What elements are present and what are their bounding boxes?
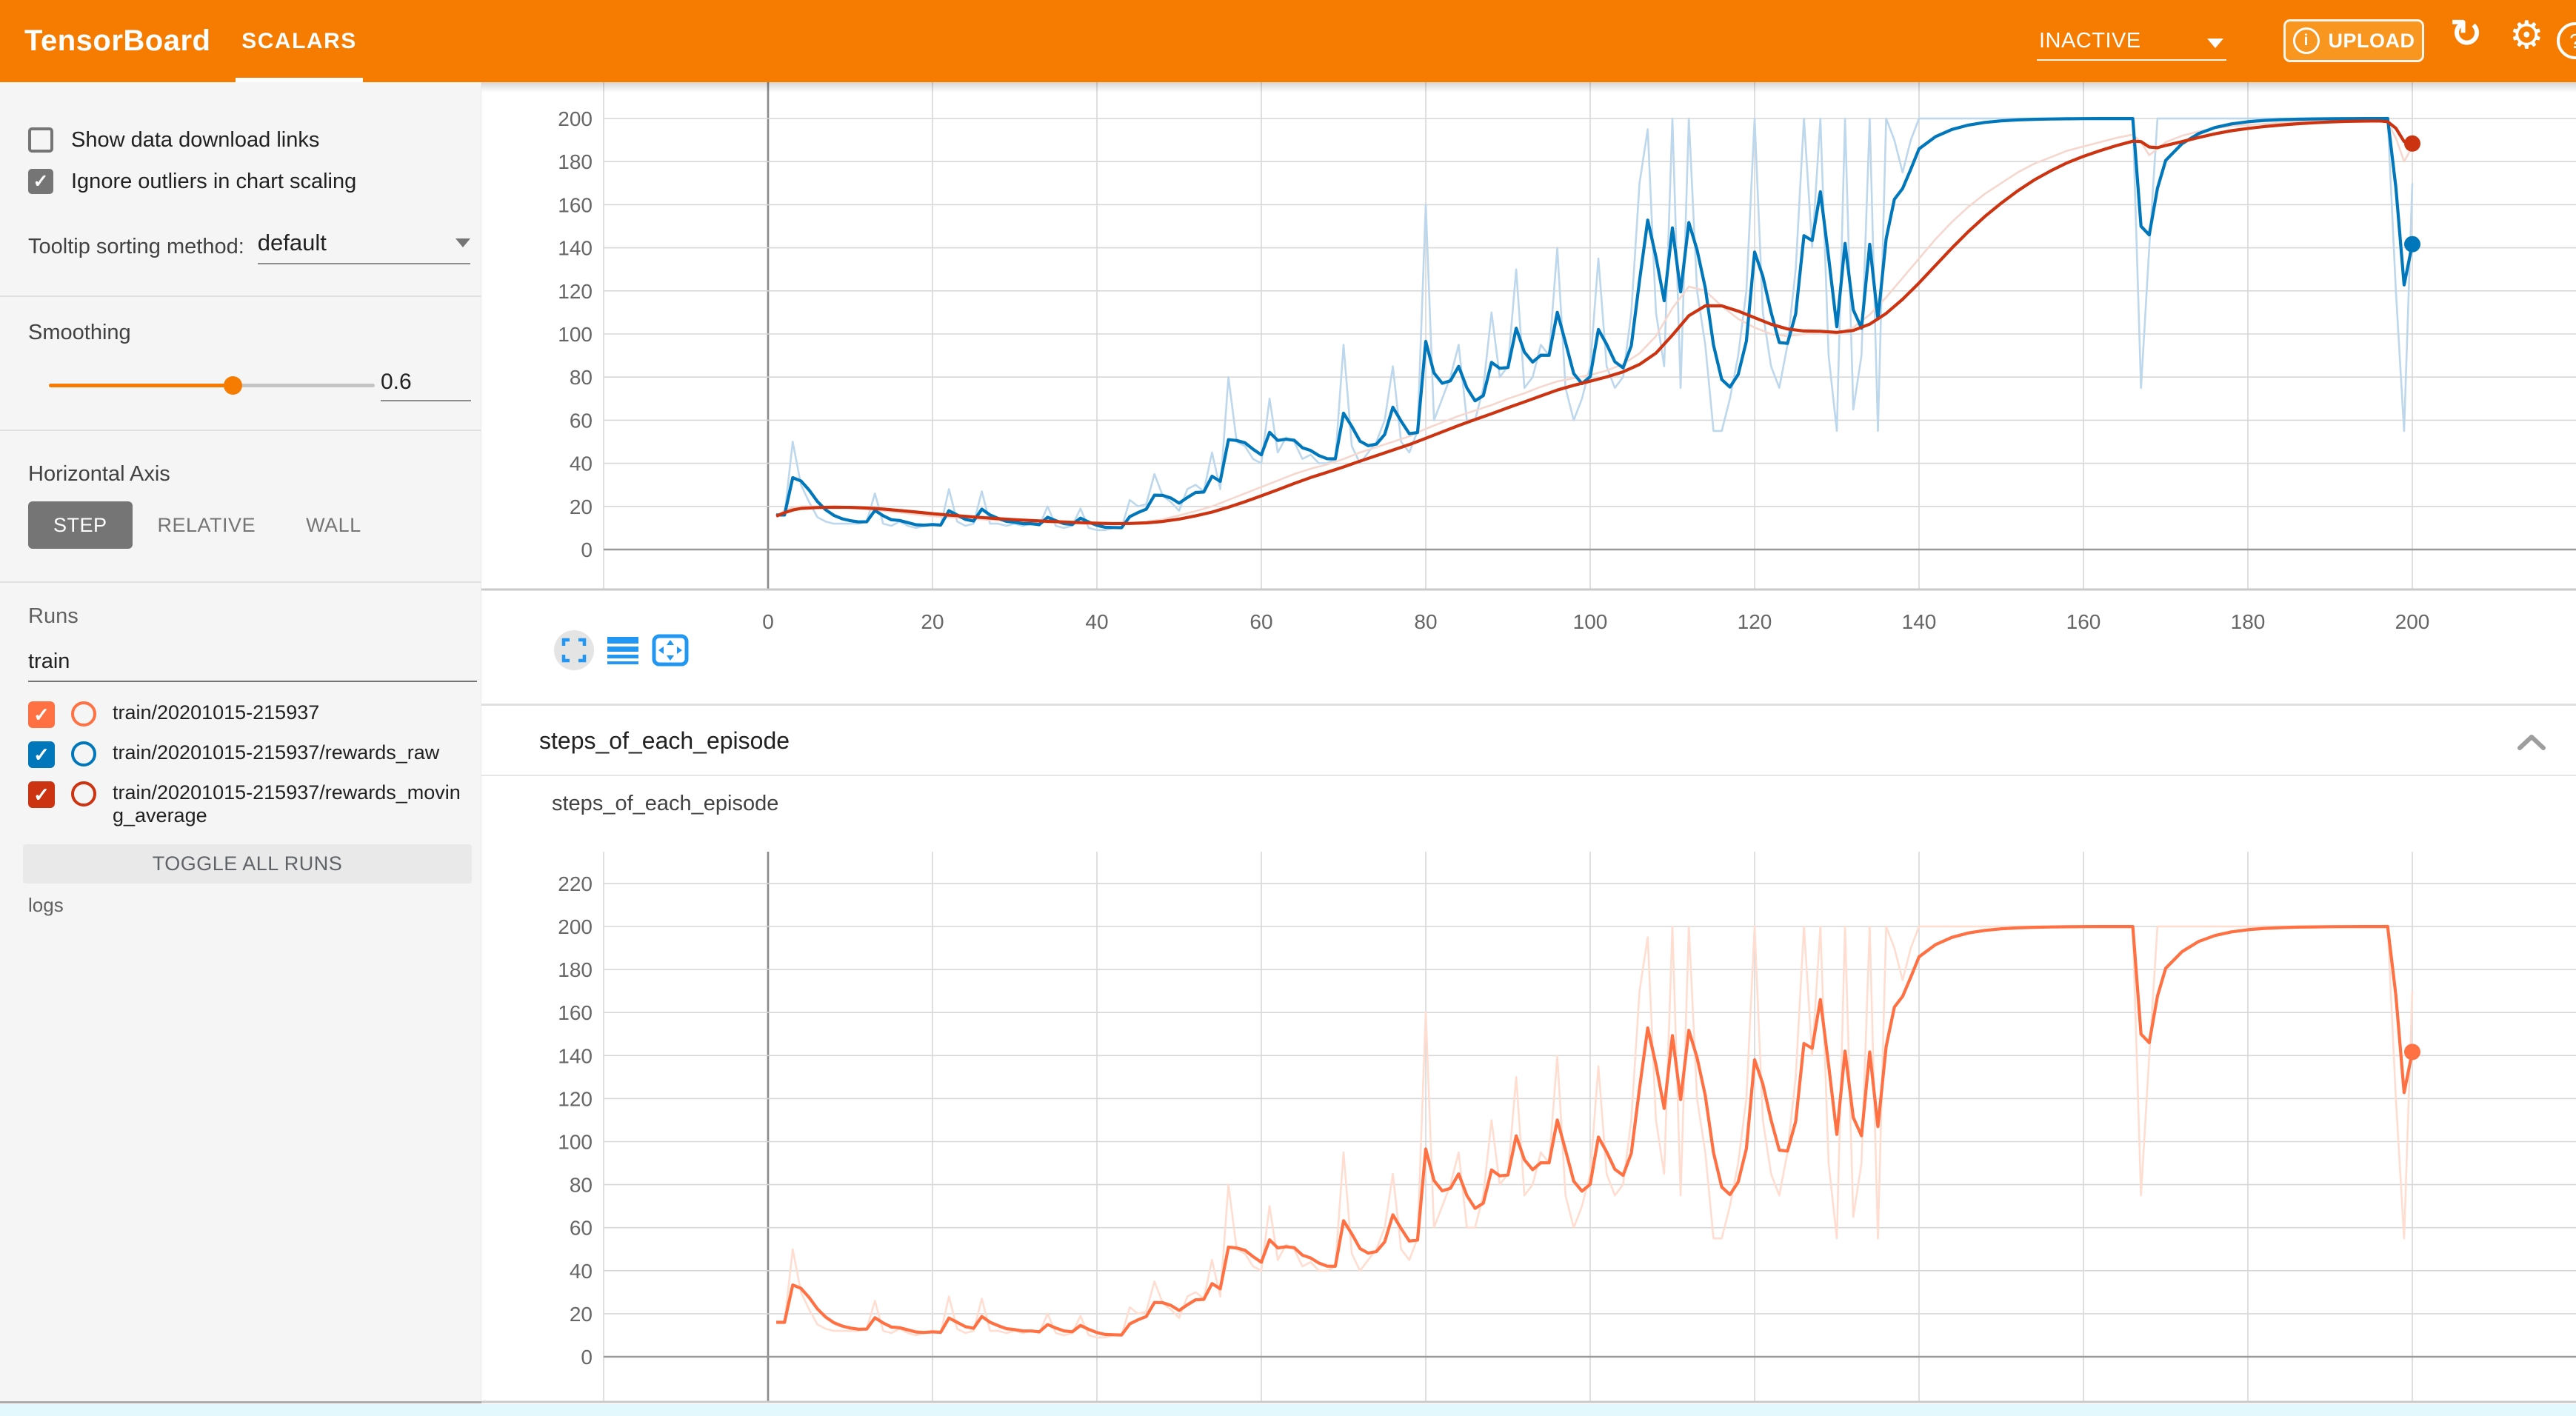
run-radio-icon[interactable] <box>71 701 96 727</box>
status-dropdown[interactable]: INACTIVE <box>2039 0 2141 82</box>
info-icon: i <box>2293 27 2320 54</box>
run-row[interactable]: ✓ train/20201015-215937/rewards_moving_av… <box>28 781 471 827</box>
svg-text:0: 0 <box>762 610 774 633</box>
svg-text:200: 200 <box>558 107 593 130</box>
axis-option-wall[interactable]: WALL <box>281 501 387 549</box>
axis-option-step[interactable]: STEP <box>28 501 133 549</box>
upload-button[interactable]: i UPLOAD <box>2283 19 2424 62</box>
app-header: TensorBoard SCALARS INACTIVE i UPLOAD ↻ … <box>0 0 2576 82</box>
app-title: TensorBoard <box>24 0 210 82</box>
svg-text:80: 80 <box>1414 610 1437 633</box>
smoothing-slider-thumb[interactable] <box>224 376 242 395</box>
svg-text:140: 140 <box>558 237 593 260</box>
refresh-icon[interactable]: ↻ <box>2450 12 2483 56</box>
svg-text:60: 60 <box>1249 610 1272 633</box>
general-checkbox-row: ✓ Ignore outliers in chart scaling <box>28 167 471 196</box>
run-checkbox-icon[interactable]: ✓ <box>28 741 55 768</box>
run-checkbox-icon[interactable]: ✓ <box>28 781 55 808</box>
svg-text:0: 0 <box>581 538 593 561</box>
svg-text:60: 60 <box>570 409 593 432</box>
tooltip-sorting-label: Tooltip sorting method: <box>28 235 244 259</box>
checkbox-label: Ignore outliers in chart scaling <box>71 170 356 194</box>
svg-text:160: 160 <box>558 193 593 216</box>
svg-text:120: 120 <box>1738 610 1772 633</box>
svg-text:180: 180 <box>558 150 593 173</box>
svg-text:160: 160 <box>558 1001 593 1024</box>
checkbox-label: Show data download links <box>71 128 319 153</box>
tab-active-underline <box>236 78 363 82</box>
horizontal-axis-label: Horizontal Axis <box>28 459 471 489</box>
horizontal-axis-buttons: STEPRELATIVEWALL <box>28 501 471 549</box>
svg-text:180: 180 <box>2231 610 2266 633</box>
steps-chart[interactable]: 0 20 40 60 80 100 120 140 160 180 200 220 <box>481 852 2576 1416</box>
svg-text:40: 40 <box>570 1260 593 1283</box>
svg-text:60: 60 <box>570 1217 593 1240</box>
svg-text:80: 80 <box>570 366 593 389</box>
run-label: train/20201015-215937/rewards_moving_ave… <box>113 781 471 827</box>
axis-option-relative[interactable]: RELATIVE <box>133 501 281 549</box>
smoothing-value-input[interactable]: 0.6 <box>381 370 471 401</box>
checkbox-icon[interactable] <box>28 127 53 153</box>
run-radio-icon[interactable] <box>71 781 96 806</box>
chevron-down-icon <box>456 238 470 247</box>
svg-text:20: 20 <box>570 495 593 518</box>
run-row[interactable]: ✓ train/20201015-215937/rewards_raw <box>28 741 471 768</box>
svg-text:20: 20 <box>570 1303 593 1326</box>
run-checkbox-icon[interactable]: ✓ <box>28 701 55 728</box>
svg-text:220: 220 <box>558 872 593 895</box>
svg-text:100: 100 <box>1573 610 1608 633</box>
svg-text:200: 200 <box>2395 610 2430 633</box>
svg-text:120: 120 <box>558 280 593 303</box>
settings-sidebar: Show data download links ✓ Ignore outliers… <box>0 82 481 1401</box>
tooltip-sorting-value: default <box>258 230 327 256</box>
main-content: 0204060801001201401601802000204060801001… <box>481 82 2576 1416</box>
logs-text: logs <box>28 894 471 917</box>
collapse-section-icon[interactable] <box>2517 734 2546 754</box>
chart-card-title: steps_of_each_episode <box>552 792 778 816</box>
svg-text:180: 180 <box>558 958 593 981</box>
bottom-scroll-strip[interactable] <box>0 1404 2576 1416</box>
help-icon[interactable]: ? <box>2557 22 2576 59</box>
checkbox-icon[interactable]: ✓ <box>28 169 53 194</box>
tab-scalars[interactable]: SCALARS <box>236 0 363 82</box>
gear-icon[interactable]: ⚙ <box>2509 13 2544 58</box>
run-filter-input[interactable] <box>28 649 477 682</box>
rewards-chart[interactable]: 0 20 40 60 80 100 120 140 160 180 200 0 20 40 60 80 100 1… <box>481 82 2576 634</box>
smoothing-label: Smoothing <box>28 318 471 347</box>
log-scale-icon[interactable] <box>606 634 640 667</box>
runs-label: Runs <box>28 601 471 631</box>
svg-text:40: 40 <box>570 452 593 475</box>
svg-text:140: 140 <box>558 1044 593 1067</box>
run-row[interactable]: ✓ train/20201015-215937 <box>28 701 471 728</box>
tooltip-sorting-select[interactable]: default <box>258 230 470 264</box>
svg-text:100: 100 <box>558 1131 593 1154</box>
svg-text:200: 200 <box>558 915 593 938</box>
run-radio-icon[interactable] <box>71 741 96 767</box>
smoothing-slider[interactable] <box>49 384 375 387</box>
toggle-all-runs-button[interactable]: TOGGLE ALL RUNS <box>23 844 472 884</box>
svg-text:160: 160 <box>2066 610 2101 633</box>
upload-button-label: UPLOAD <box>2329 30 2415 53</box>
run-label: train/20201015-215937 <box>113 701 471 724</box>
section-header[interactable]: steps_of_each_episode <box>481 706 2576 776</box>
expand-chart-icon[interactable] <box>554 630 594 670</box>
svg-text:0: 0 <box>581 1346 593 1369</box>
fit-domain-icon[interactable] <box>652 634 689 667</box>
svg-text:40: 40 <box>1085 610 1108 633</box>
general-checkbox-row: Show data download links <box>28 125 471 155</box>
svg-text:140: 140 <box>1902 610 1937 633</box>
svg-text:100: 100 <box>558 323 593 346</box>
general-checkbox-list: Show data download links ✓ Ignore outliers… <box>28 125 471 196</box>
chevron-down-icon[interactable] <box>2207 39 2223 48</box>
status-dropdown-underline <box>2037 59 2226 61</box>
svg-text:120: 120 <box>558 1087 593 1110</box>
run-label: train/20201015-215937/rewards_raw <box>113 741 471 764</box>
run-list: ✓ train/20201015-215937 ✓ train/20201015-21… <box>28 701 471 827</box>
section-title: steps_of_each_episode <box>539 706 790 776</box>
chart-toolbar <box>554 630 689 670</box>
svg-text:20: 20 <box>921 610 944 633</box>
svg-text:80: 80 <box>570 1174 593 1197</box>
sidebar-bottom-border <box>0 1401 481 1403</box>
